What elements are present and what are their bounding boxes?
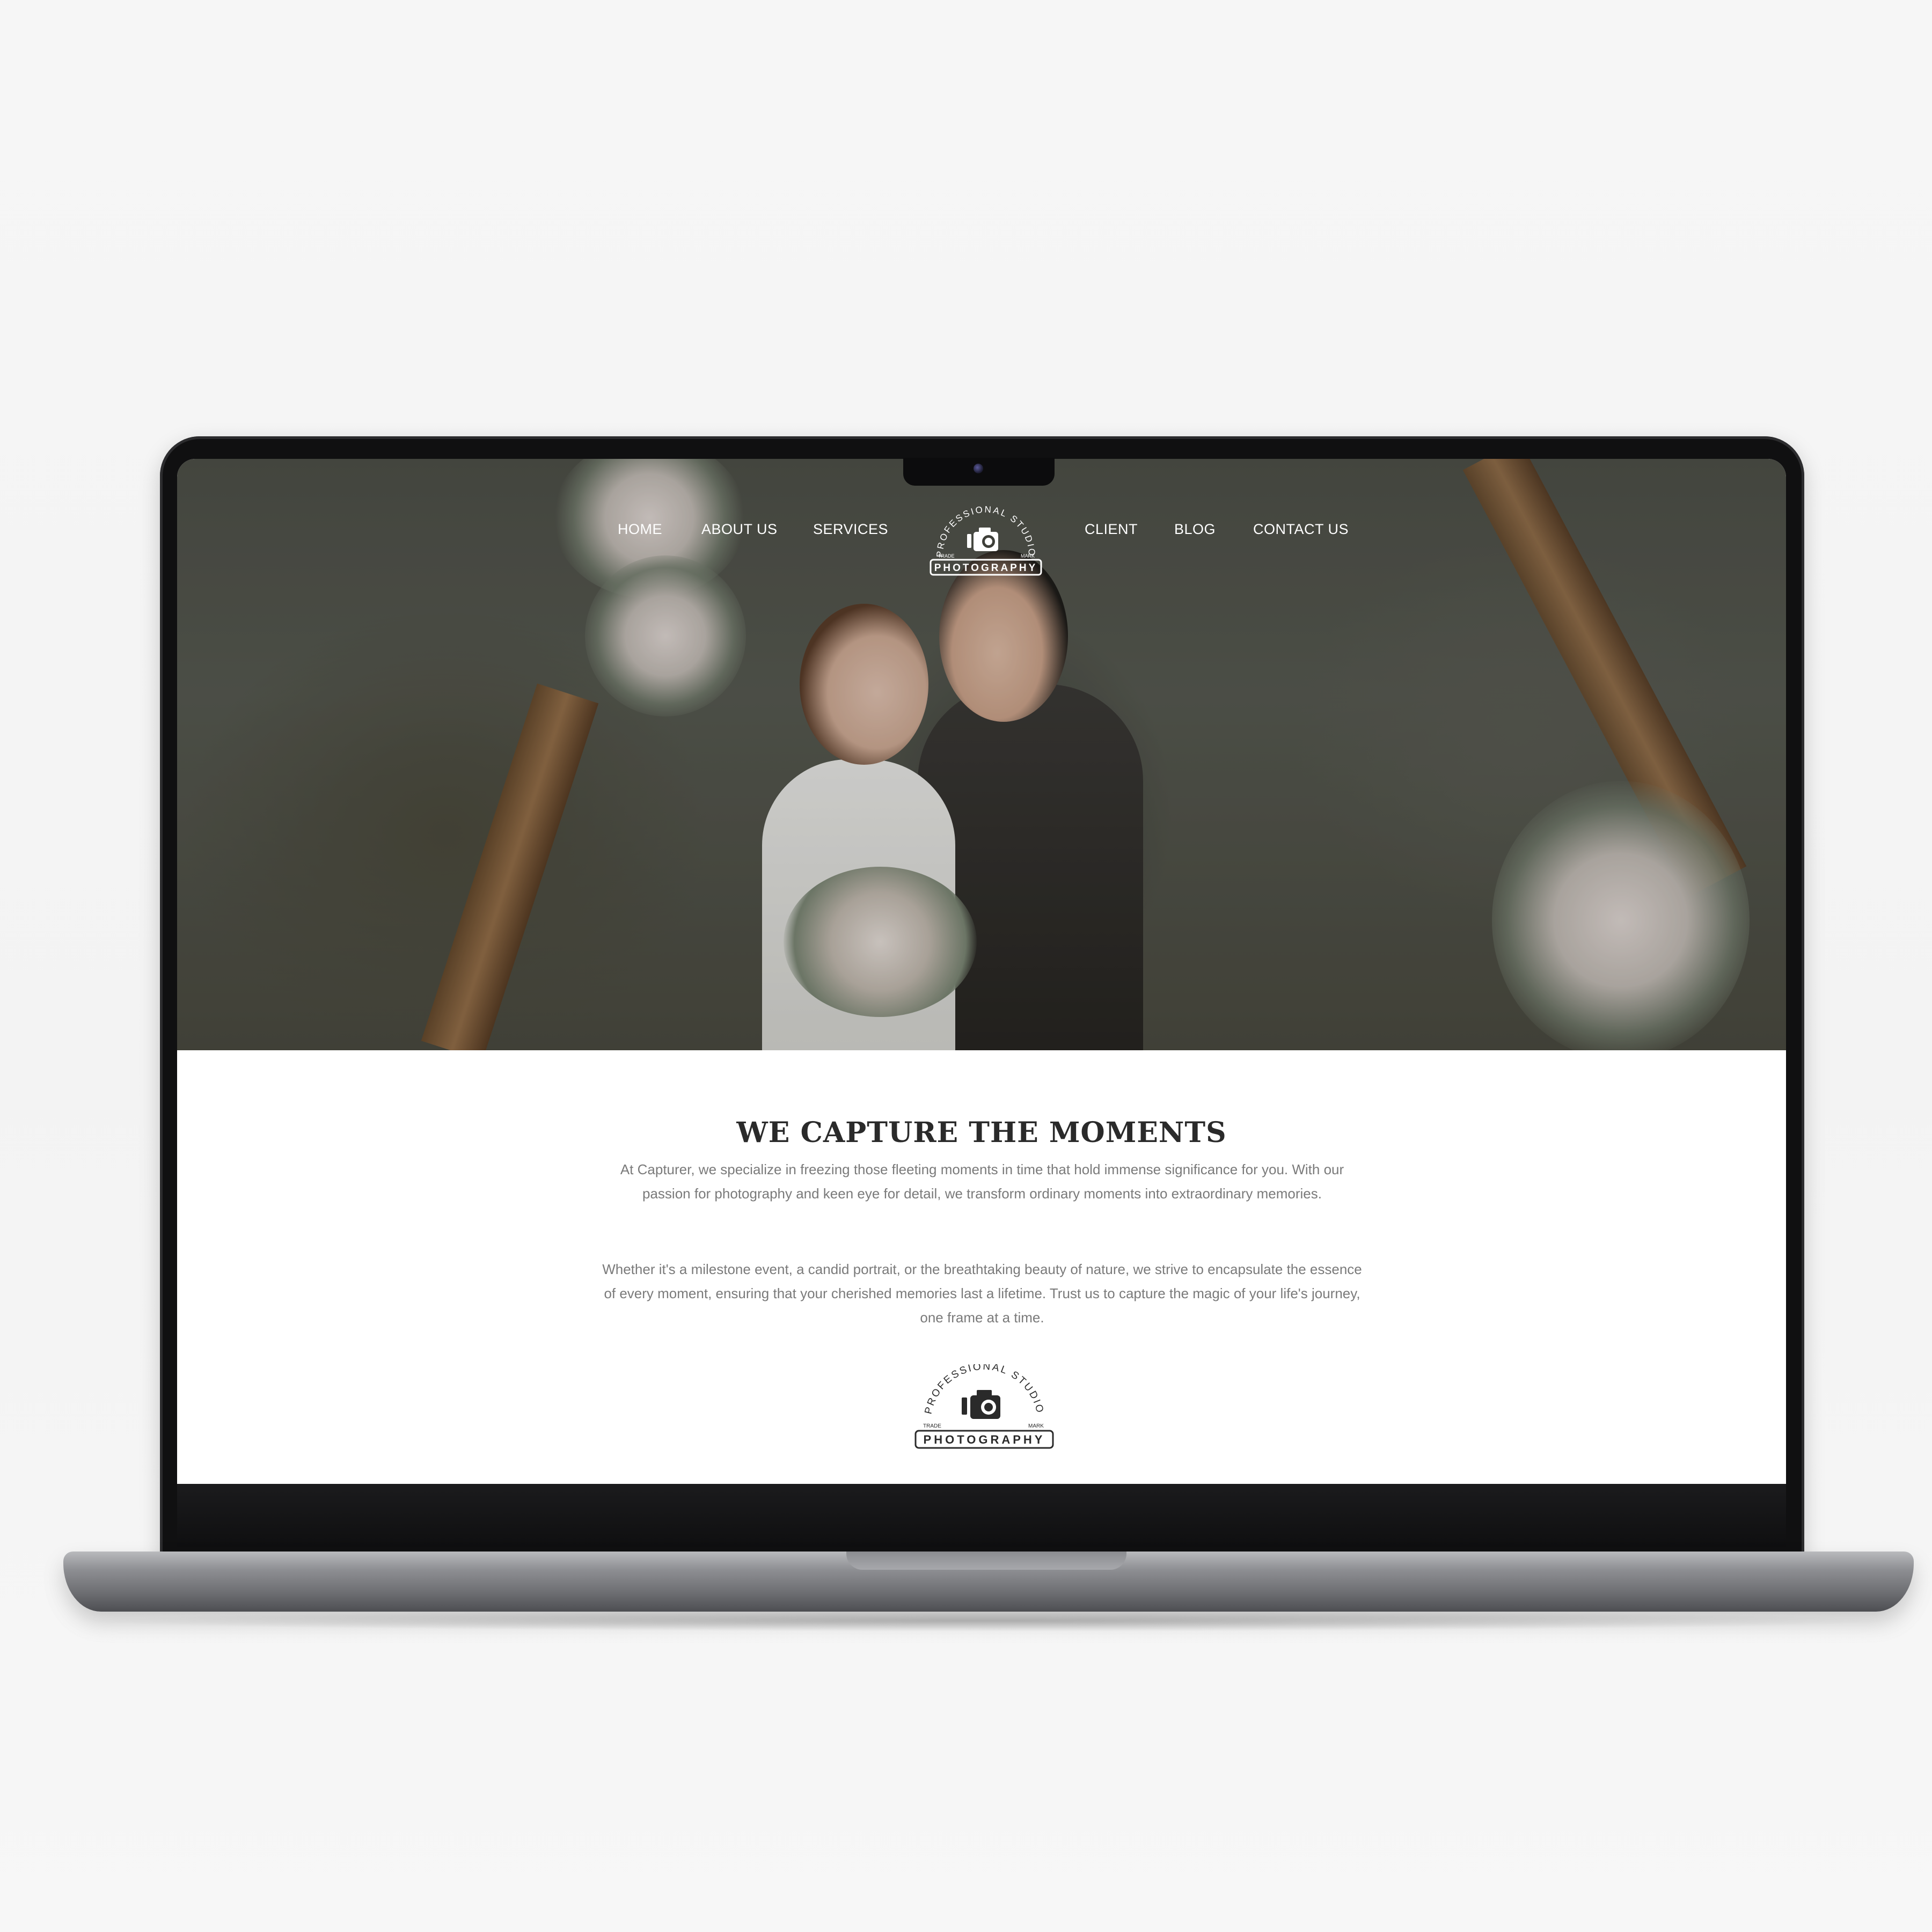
laptop-shadow (75, 1610, 1900, 1631)
logo-word: PHOTOGRAPHY (924, 1433, 1045, 1446)
screen-bottom-bezel (177, 1484, 1786, 1547)
logo-footer-icon: PROFESSIONAL STUDIO TRADE MARK PHOTOGRAP… (914, 1364, 1054, 1449)
main-navigation: HOME ABOUT US SERVICES PROFESSIONAL STUD… (177, 502, 1786, 576)
logo-trade-text: TRADE (923, 1423, 941, 1429)
logo-word: PHOTOGRAPHY (934, 562, 1038, 574)
logo-mark-text: MARK (1028, 1423, 1044, 1429)
intro-paragraph-2: Whether it's a milestone event, a candid… (602, 1261, 1362, 1326)
nav-blog[interactable]: BLOG (1174, 521, 1216, 538)
nav-about-us[interactable]: ABOUT US (701, 521, 778, 538)
nav-home[interactable]: HOME (618, 521, 662, 538)
intro-heading: WE CAPTURE THE MOMENTS (736, 1116, 1227, 1149)
logo-nav-icon[interactable]: PROFESSIONAL STUDIO TRADE MARK PHOTOGRAP… (919, 506, 1053, 576)
nav-contact-us[interactable]: CONTACT US (1253, 521, 1349, 538)
hero-image: HOME ABOUT US SERVICES PROFESSIONAL STUD… (177, 459, 1786, 1050)
nav-client[interactable]: CLIENT (1085, 521, 1138, 538)
webcam-icon (974, 464, 983, 473)
laptop-lid-opener (846, 1552, 1126, 1570)
nav-services[interactable]: SERVICES (813, 521, 888, 538)
laptop-screen: HOME ABOUT US SERVICES PROFESSIONAL STUD… (177, 459, 1786, 1484)
logo-mark-text: MARK (1021, 553, 1035, 559)
intro-section: WE CAPTURE THE MOMENTS At Capturer, we s… (177, 1050, 1786, 1484)
intro-paragraph-1: At Capturer, we specialize in freezing t… (620, 1161, 1344, 1202)
logo-trade-text: TRADE (938, 553, 955, 559)
